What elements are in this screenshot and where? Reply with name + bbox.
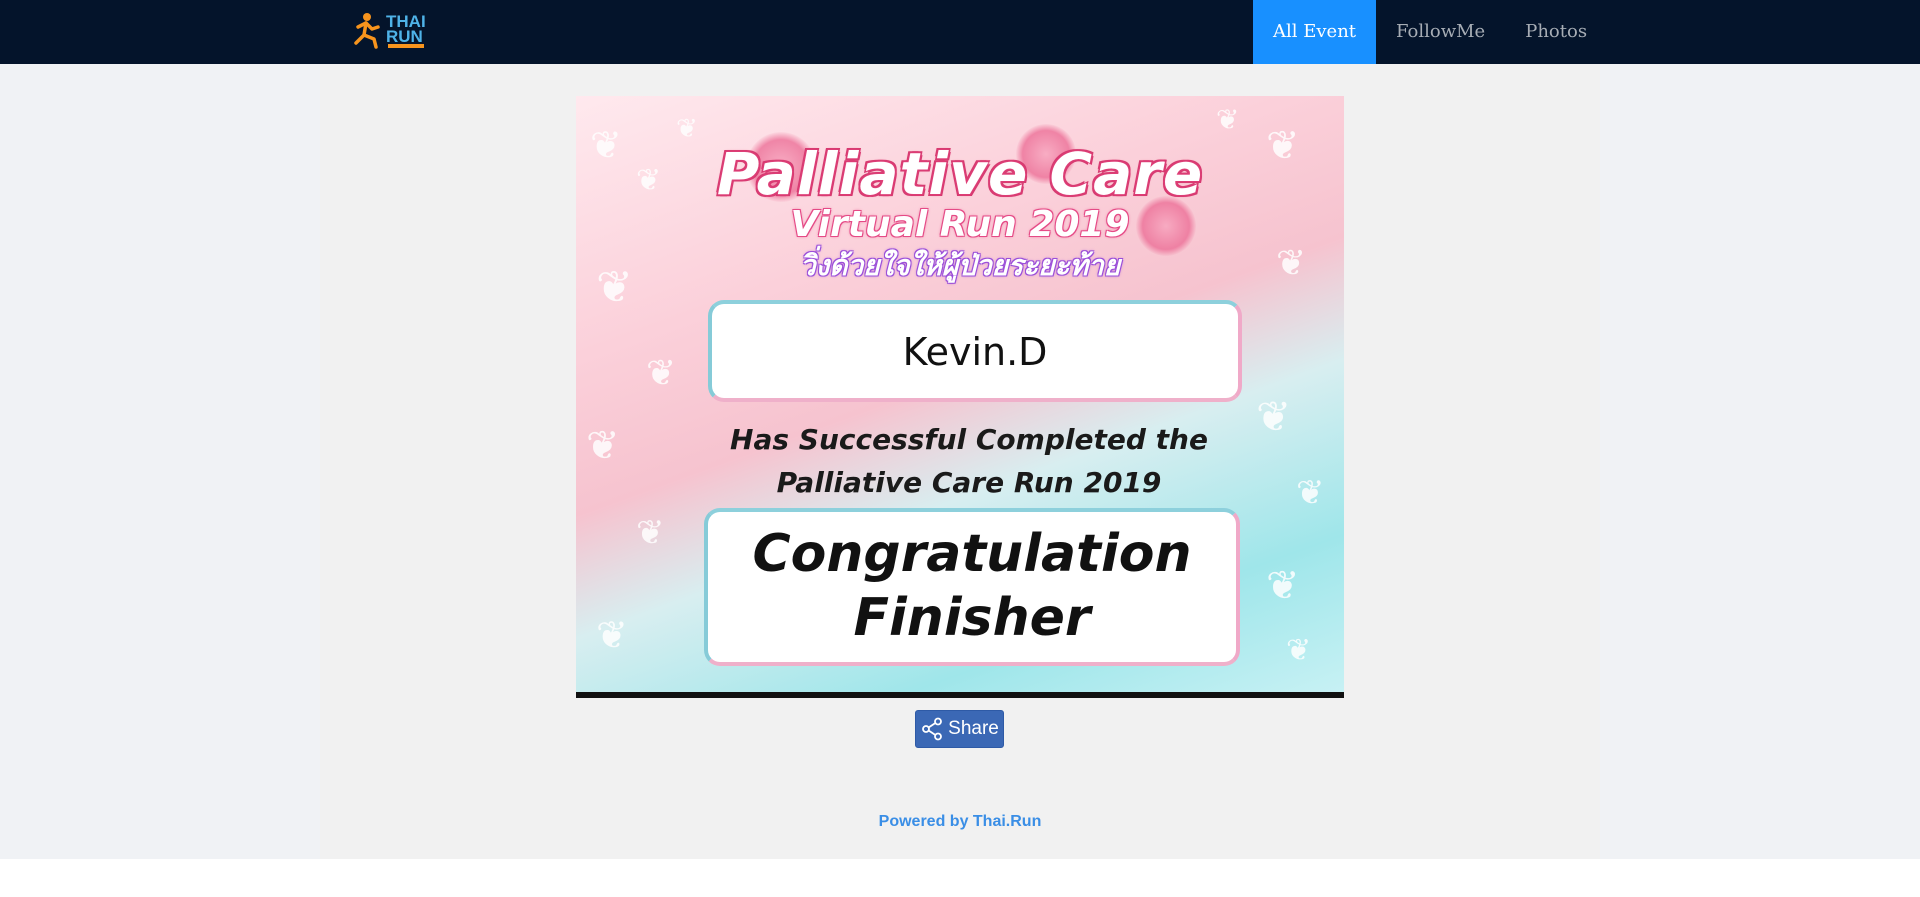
runner-name-box: Kevin.D bbox=[708, 300, 1242, 402]
butterfly-decoration: ❦ bbox=[676, 114, 698, 144]
main-nav: All Event FollowMe Photos bbox=[1253, 0, 1607, 64]
butterfly-decoration: ❦ bbox=[596, 613, 628, 657]
butterfly-decoration: ❦ bbox=[1266, 563, 1300, 609]
nav-photos[interactable]: Photos bbox=[1505, 0, 1607, 64]
butterfly-decoration: ❦ bbox=[646, 353, 677, 394]
congratulation-line-2: Finisher bbox=[853, 588, 1091, 648]
butterfly-decoration: ❦ bbox=[1216, 103, 1240, 136]
butterfly-decoration: ❦ bbox=[1286, 633, 1312, 668]
share-button[interactable]: Share bbox=[915, 710, 1004, 748]
thairun-logo[interactable]: THAI RUN bbox=[352, 11, 428, 51]
certificate-subtitle: Virtual Run 2019 bbox=[790, 204, 1130, 245]
powered-by-link[interactable]: Powered by Thai.Run bbox=[0, 813, 1920, 831]
completion-statement: Has Successful Completed the Palliative … bbox=[576, 418, 1344, 504]
congratulation-box: Congratulation Finisher bbox=[704, 508, 1240, 666]
nav-all-event[interactable]: All Event bbox=[1253, 0, 1377, 64]
completion-line-2: Palliative Care Run 2019 bbox=[776, 466, 1162, 499]
butterfly-decoration: ❦ bbox=[636, 513, 665, 553]
certificate-image: ❦ ❦ ❦ ❦ ❦ ❦ ❦ ❦ ❦ ❦ ❦ ❦ ❦ ❦ ❦ Palliative… bbox=[576, 96, 1344, 698]
share-button-label: Share bbox=[948, 718, 999, 739]
top-navbar: THAI RUN All Event FollowMe Photos bbox=[0, 0, 1920, 64]
logo-text-run: RUN bbox=[386, 27, 423, 46]
runner-name: Kevin.D bbox=[902, 330, 1048, 374]
completion-line-1: Has Successful Completed the bbox=[730, 423, 1208, 456]
certificate-title: Palliative Care bbox=[716, 140, 1204, 208]
congratulation-text: Congratulation Finisher bbox=[708, 522, 1236, 650]
share-icon bbox=[922, 717, 943, 741]
congratulation-line-1: Congratulation bbox=[752, 524, 1192, 584]
nav-followme[interactable]: FollowMe bbox=[1376, 0, 1505, 64]
certificate-thai-text: วิ่งด้วยใจให้ผู้ป่วยระยะท้าย bbox=[799, 249, 1121, 282]
